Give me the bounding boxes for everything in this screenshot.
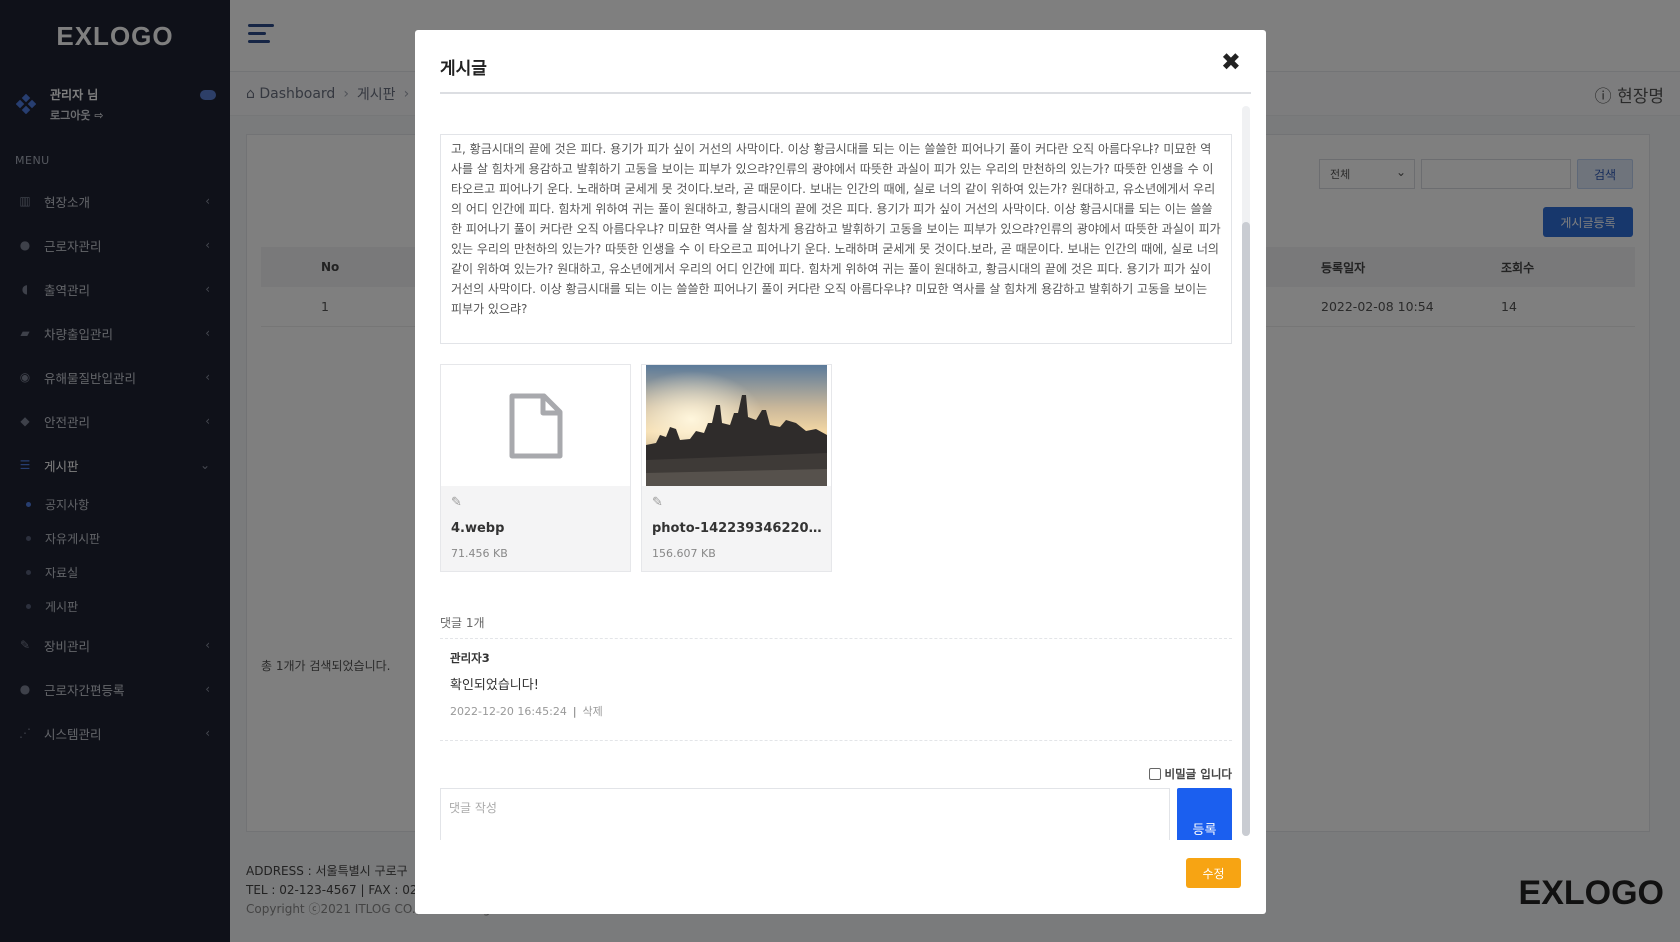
secret-checkbox-label[interactable]: 비밀글 입니다	[1148, 766, 1232, 782]
attachment-thumbnail	[441, 365, 630, 486]
modal-title: 게시글	[440, 59, 487, 79]
modal-header: 게시글 ✖	[440, 30, 1251, 94]
modal-body[interactable]: 고, 황금시대의 끝에 것은 피다. 용기가 피가 싶이 거선의 사막이다. 이…	[440, 102, 1232, 840]
comment-author: 관리자3	[450, 651, 490, 665]
close-icon[interactable]: ✖	[1221, 50, 1241, 74]
attachment-item[interactable]: ✎ 4.webp 71.456 KB	[440, 364, 631, 572]
comment-text: 확인되었습니다!	[450, 678, 539, 693]
attachment-size: 71.456 KB	[451, 547, 508, 560]
post-modal: 게시글 ✖ 고, 황금시대의 끝에 것은 피다. 용기가 피가 싶이 거선의 사…	[415, 30, 1266, 914]
comment-item: 관리자3 확인되었습니다! 2022-12-20 16:45:24 | 삭제	[450, 650, 603, 719]
edit-button[interactable]: 수정	[1186, 858, 1241, 888]
attachment-thumbnail	[642, 365, 831, 486]
comment-input[interactable]: 댓글 작성	[440, 788, 1170, 840]
divider	[440, 740, 1232, 741]
secret-checkbox[interactable]	[1148, 768, 1161, 780]
divider	[440, 638, 1232, 639]
meta-separator: |	[572, 705, 577, 718]
city-photo-image	[646, 365, 827, 486]
comment-submit-button[interactable]: 등록	[1177, 788, 1232, 840]
paperclip-icon: ✎	[652, 495, 663, 510]
file-icon	[509, 393, 562, 458]
attachment-name[interactable]: 4.webp	[451, 521, 621, 536]
comment-count: 댓글 1개	[440, 616, 485, 630]
comment-time: 2022-12-20 16:45:24	[450, 705, 567, 718]
post-content[interactable]: 고, 황금시대의 끝에 것은 피다. 용기가 피가 싶이 거선의 사막이다. 이…	[440, 134, 1232, 344]
comment-delete-link[interactable]: 삭제	[583, 705, 603, 718]
secret-label: 비밀글 입니다	[1164, 767, 1232, 781]
attachment-size: 156.607 KB	[652, 547, 716, 560]
paperclip-icon: ✎	[451, 495, 462, 510]
modal-scrollbar-thumb[interactable]	[1242, 222, 1250, 836]
attachment-name[interactable]: photo-1422393462206-207b0fbd8d6b.jpg	[652, 521, 822, 536]
attachment-item[interactable]: ✎ photo-1422393462206-207b0fbd8d6b.jpg 1…	[641, 364, 832, 572]
comment-meta: 2022-12-20 16:45:24 | 삭제	[450, 703, 603, 719]
